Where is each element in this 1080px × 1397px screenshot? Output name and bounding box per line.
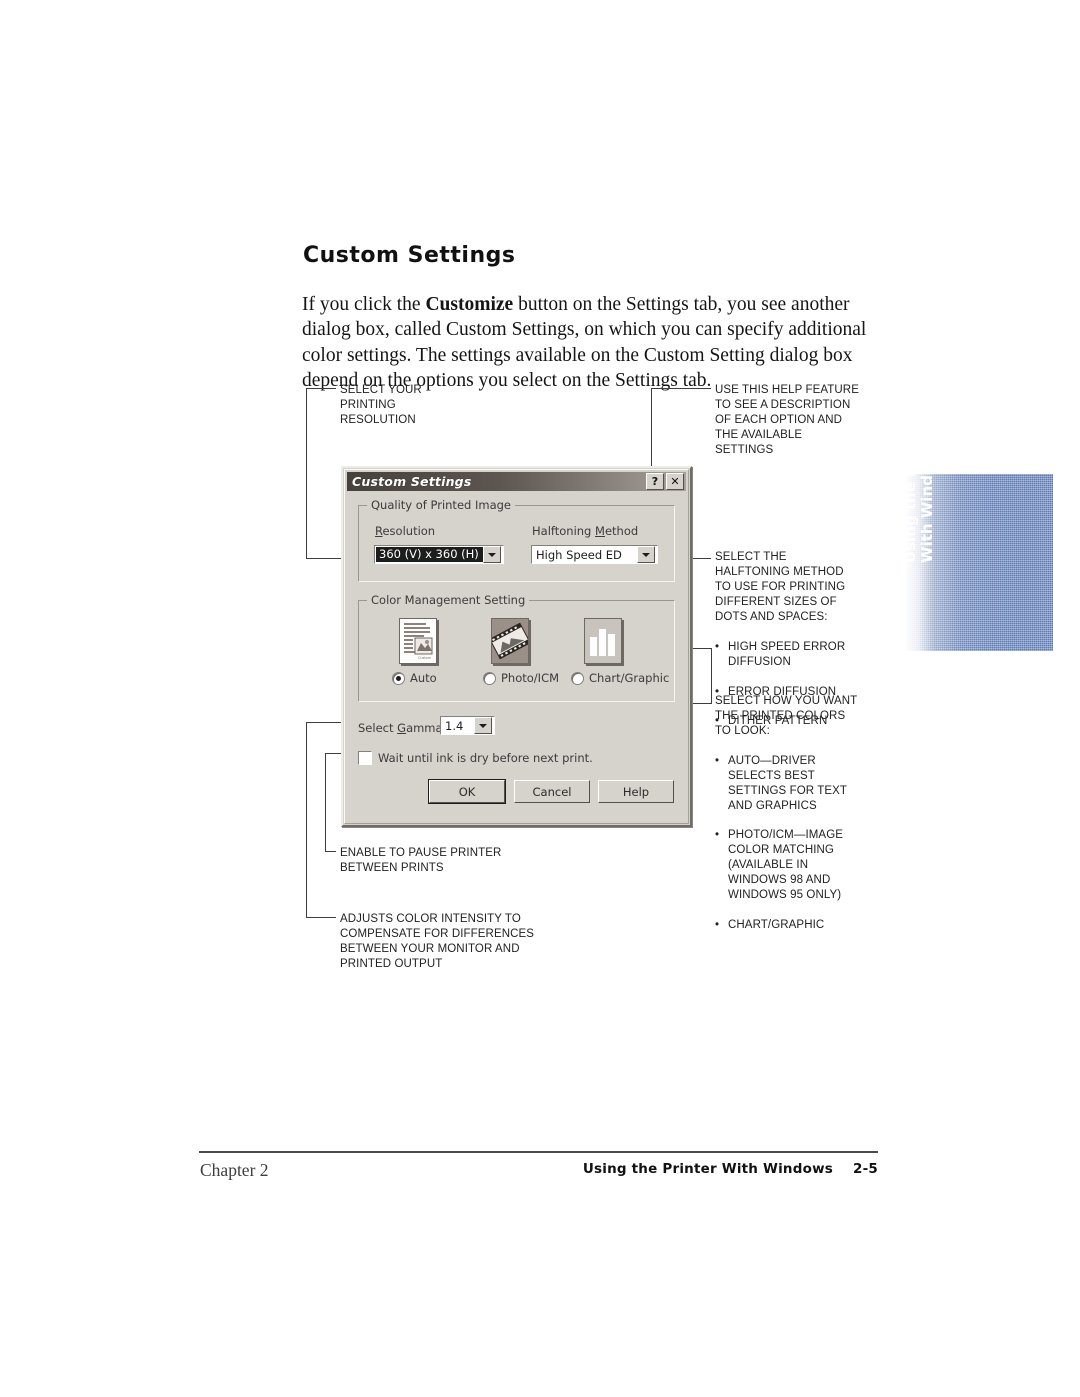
resolution-label: Resolution — [375, 524, 436, 538]
halftoning-value: High Speed ED — [536, 547, 622, 562]
callout-pause-printer: ENABLE TO PAUSE PRINTER BETWEEN PRINTS — [340, 847, 502, 874]
list-item: • PHOTO/ICM—IMAGE COLOR MATCHING (AVAILAB… — [715, 829, 844, 902]
halftoning-label: Halftoning Method — [532, 524, 639, 538]
close-icon[interactable]: ✕ — [666, 473, 684, 490]
gamma-value: 1.4 — [445, 718, 464, 733]
chart-graphic-bars-icon[interactable] — [584, 618, 622, 664]
wait-ink-dry-label: Wait until ink is dry before next print. — [378, 751, 593, 765]
ok-button[interactable]: OK — [428, 779, 506, 804]
chevron-down-icon[interactable] — [483, 546, 501, 563]
radio-label-chart-graphic: Chart/Graphic — [589, 671, 670, 685]
cancel-button-label: Cancel — [532, 784, 572, 799]
leader-line — [711, 648, 712, 704]
bullet-icon: • — [715, 829, 720, 842]
leader-line — [325, 851, 336, 852]
radio-option-chart-graphic[interactable]: Chart/Graphic — [571, 671, 669, 685]
gamma-combobox[interactable]: 1.4 — [440, 716, 495, 735]
quality-group-label: Quality of Printed Image — [367, 498, 515, 512]
help-icon[interactable]: ? — [646, 473, 664, 490]
resolution-value: 360 (V) x 360 (H) dpi — [376, 547, 483, 562]
footer-divider — [199, 1151, 878, 1153]
intro-bold-customize: Customize — [425, 293, 514, 315]
bullet-icon: • — [715, 754, 720, 767]
photo-icon-art — [492, 619, 528, 663]
footer-right: Using the Printer With Windows 2-5 — [583, 1161, 878, 1177]
footer-page-number: 2-5 — [853, 1161, 878, 1177]
wait-ink-dry-checkbox-row[interactable]: Wait until ink is dry before next print. — [358, 751, 593, 765]
leader-line — [306, 917, 336, 918]
callout-colors-head: SELECT HOW YOU WANT THE PRINTED COLORS T… — [715, 695, 858, 737]
tab-label-line1: Using the Printer — [905, 474, 919, 563]
halftoning-combobox[interactable]: High Speed ED — [531, 545, 658, 564]
svg-text:Custom: Custom — [418, 656, 432, 660]
radio-label-auto: Auto — [410, 671, 437, 685]
callout-colors-bullets: • AUTO—DRIVER SELECTS BEST SETTINGS FOR T… — [715, 739, 905, 948]
tab-label: Using the Printer With Windows — [905, 474, 936, 563]
cms-group-label: Color Management Setting — [367, 593, 530, 607]
radio-label-photo-icm: Photo/ICM — [501, 671, 560, 685]
intro-text-before: If you click the — [302, 293, 426, 315]
dialog-titlebar[interactable]: Custom Settings ? ✕ — [347, 472, 686, 491]
radio-icon[interactable] — [392, 671, 405, 685]
cancel-button[interactable]: Cancel — [514, 780, 590, 803]
callout-resolution: SELECT YOUR PRINTING RESOLUTION — [340, 384, 422, 426]
callout-halftoning-head: SELECT THE HALFTONING METHOD TO USE FOR … — [715, 551, 846, 623]
chevron-down-icon[interactable] — [474, 717, 492, 734]
footer-section-title: Using the Printer With Windows — [582, 1161, 833, 1177]
list-item: • AUTO—DRIVER SELECTS BEST SETTINGS FOR T… — [715, 754, 848, 812]
bullet-icon: • — [715, 640, 720, 653]
leader-line — [306, 388, 336, 389]
radio-icon[interactable] — [483, 671, 496, 685]
custom-settings-dialog[interactable]: Custom Settings ? ✕ Quality of Printed I… — [341, 466, 692, 827]
auto-icon-art: Custom — [400, 619, 436, 663]
chart-icon-art — [585, 619, 621, 663]
chevron-down-icon[interactable] — [637, 546, 655, 563]
page-title: Custom Settings — [303, 242, 516, 268]
bullet-icon: • — [715, 918, 720, 931]
list-item: • HIGH SPEED ERROR DIFFUSION — [715, 640, 846, 668]
list-item: • CHART/GRAPHIC — [715, 918, 825, 931]
auto-document-icon[interactable]: Custom — [399, 618, 437, 664]
callout-help-feature: USE THIS HELP FEATURE TO SEE A DESCRIPTI… — [715, 384, 859, 456]
dialog-title: Custom Settings — [352, 474, 472, 489]
intro-paragraph: If you click the Customize button on the… — [302, 292, 874, 394]
radio-option-photo-icm[interactable]: Photo/ICM — [483, 671, 559, 685]
select-gamma-label: Select Gamma: — [358, 721, 447, 735]
help-button-label: Help — [622, 784, 650, 799]
leader-line — [306, 388, 307, 559]
resolution-combobox[interactable]: 360 (V) x 360 (H) dpi — [374, 545, 504, 564]
quality-of-printed-image-group: Quality of Printed Image — [358, 498, 675, 582]
section-thumb-tab: Using the Printer With Windows — [905, 474, 1053, 651]
leader-line — [651, 388, 652, 470]
leader-line — [651, 388, 711, 389]
footer-chapter: Chapter 2 — [200, 1160, 269, 1180]
help-button[interactable]: Help — [598, 780, 674, 803]
leader-line — [325, 753, 326, 852]
photo-icm-film-icon[interactable] — [491, 618, 529, 664]
radio-option-auto[interactable]: Auto — [392, 671, 437, 685]
leader-line — [306, 722, 307, 918]
checkbox-icon[interactable] — [358, 751, 372, 765]
ok-button-label: OK — [458, 784, 476, 799]
callout-gamma: ADJUSTS COLOR INTENSITY TO COMPENSATE FO… — [340, 913, 535, 970]
tab-label-line2: With Windows — [918, 474, 936, 563]
radio-icon[interactable] — [571, 671, 584, 685]
